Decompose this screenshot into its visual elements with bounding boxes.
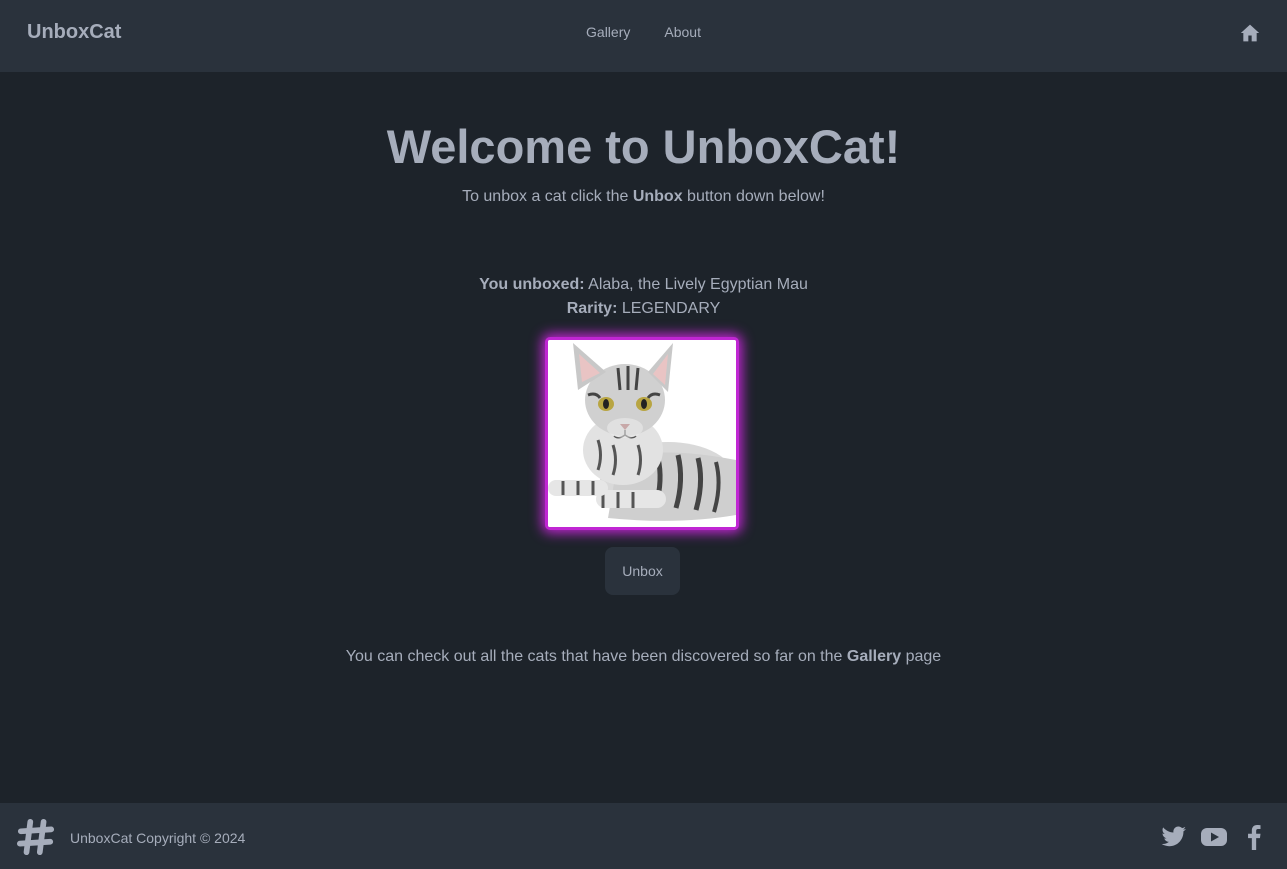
gallery-link[interactable]: Gallery — [847, 648, 901, 665]
instructions-text: To unbox a cat click the Unbox button do… — [462, 188, 825, 205]
copyright-text: UnboxCat Copyright © 2024 — [70, 830, 246, 846]
cat-image — [545, 337, 739, 530]
rarity-result: Rarity: LEGENDARY — [0, 300, 1287, 318]
facebook-icon[interactable] — [1245, 824, 1263, 850]
unbox-button[interactable]: Unbox — [605, 547, 680, 595]
rarity-value: LEGENDARY — [617, 300, 721, 317]
cat-illustration — [548, 340, 736, 527]
nav-menu: Gallery About — [0, 24, 1287, 40]
unboxed-label: You unboxed: — [479, 276, 585, 293]
unboxed-result: You unboxed: Alaba, the Lively Egyptian … — [0, 276, 1287, 294]
hashtag-logo-icon — [17, 818, 55, 856]
footer: UnboxCat Copyright © 2024 — [0, 803, 1287, 869]
youtube-icon[interactable] — [1200, 824, 1228, 850]
main-content: Welcome to UnboxCat! To unbox a cat clic… — [0, 72, 1287, 803]
page-title: Welcome to UnboxCat! — [386, 120, 901, 173]
home-icon[interactable] — [1240, 23, 1260, 43]
nav-item-about[interactable]: About — [664, 24, 701, 40]
unboxed-cat-name: Alaba, the Lively Egyptian Mau — [584, 276, 808, 293]
gallery-hint-text: You can check out all the cats that have… — [345, 648, 942, 665]
navbar: UnboxCat Gallery About — [0, 0, 1287, 72]
rarity-label: Rarity: — [566, 300, 618, 317]
twitter-icon[interactable] — [1161, 824, 1187, 850]
nav-item-gallery[interactable]: Gallery — [586, 24, 630, 40]
